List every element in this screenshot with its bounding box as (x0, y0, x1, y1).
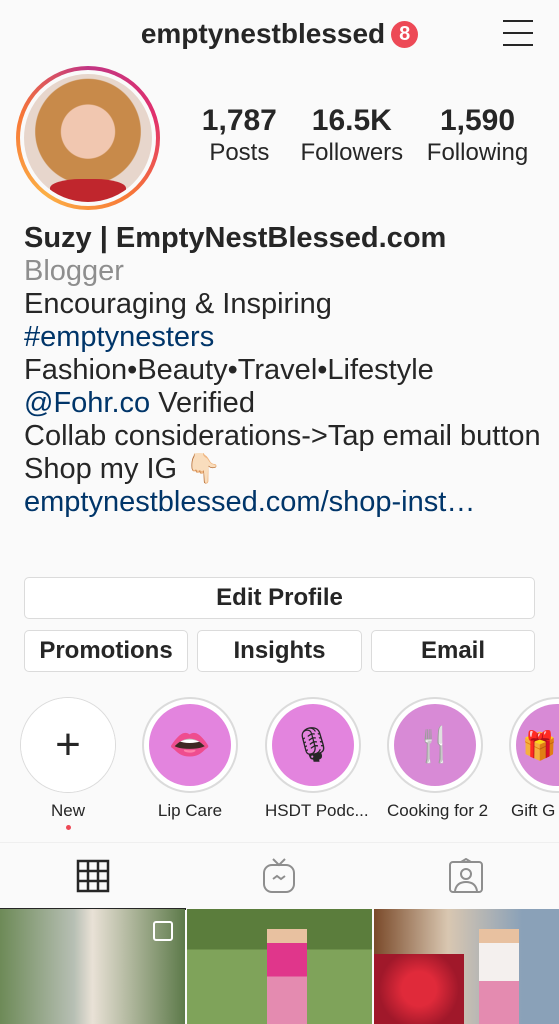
bio-line: Verified (150, 387, 255, 419)
bio-line: Collab considerations->Tap email button (24, 420, 541, 452)
utensils-icon: 🍴 (394, 704, 476, 786)
hashtag-link[interactable]: #emptynesters (24, 321, 544, 354)
photo-subject (267, 929, 307, 1024)
insights-button[interactable]: Insights (197, 630, 362, 672)
stat-following[interactable]: 1,590 Following (427, 104, 528, 168)
username[interactable]: emptynestblessed (141, 18, 385, 50)
avatar[interactable] (16, 66, 160, 210)
tagged-person-icon (448, 857, 483, 893)
post-thumbnail[interactable] (374, 909, 559, 1024)
bio-line: Fashion•Beauty•Travel•Lifestyle (24, 354, 434, 386)
bio-line: Encouraging & Inspiring (24, 288, 332, 320)
posts-count: 1,787 (201, 104, 277, 137)
tab-tagged[interactable] (373, 843, 559, 908)
followers-count: 16.5K (311, 104, 392, 137)
igtv-icon (263, 857, 296, 893)
posts-grid (0, 909, 559, 1024)
highlight-cooking[interactable]: 🍴 Cooking for 2 (387, 697, 489, 821)
grid-icon (76, 859, 110, 892)
website-link[interactable]: emptynestblessed.com/shop-inst… (24, 486, 544, 519)
profile-tabs (0, 842, 559, 910)
following-count: 1,590 (439, 104, 516, 137)
stat-posts[interactable]: 1,787 Posts (202, 104, 277, 168)
post-thumbnail[interactable] (0, 909, 185, 1024)
edit-profile-button[interactable]: Edit Profile (24, 577, 535, 619)
hamburger-menu-icon[interactable] (503, 20, 533, 46)
posts-label: Posts (209, 139, 270, 166)
highlight-label: Cooking for 2 (387, 801, 489, 820)
highlight-label: Lip Care (157, 801, 223, 820)
highlight-lip-care[interactable]: 👄 Lip Care (142, 697, 238, 821)
bio-line: Shop my IG 👇🏻 (24, 453, 222, 485)
highlight-label: Gift G (511, 801, 556, 820)
mention-link[interactable]: @Fohr.co (24, 387, 150, 419)
highlight-podcast[interactable]: 🎙 HSDT Podc... (265, 697, 369, 821)
photo-subject (479, 929, 519, 1024)
microphone-icon: 🎙 (272, 704, 354, 786)
header: emptynestblessed 8 (0, 14, 559, 54)
promotions-button[interactable]: Promotions (24, 630, 188, 672)
tab-igtv[interactable] (186, 843, 372, 908)
highlight-label: HSDT Podc... (265, 801, 369, 820)
highlight-new[interactable]: + New (20, 697, 116, 830)
following-label: Following (426, 139, 529, 166)
notification-badge[interactable]: 8 (391, 20, 419, 48)
highlight-gift[interactable]: 🎁 Gift G (509, 697, 559, 821)
display-name: Suzy | EmptyNestBlessed.com (24, 222, 447, 254)
profile-photo (24, 74, 152, 202)
photo-flowers (374, 954, 464, 1024)
profile-stats: 1,787 Posts 16.5K Followers 1,590 Following (190, 104, 540, 168)
stat-followers[interactable]: 16.5K Followers (300, 104, 403, 168)
lips-icon: 👄 (149, 704, 231, 786)
post-thumbnail[interactable] (187, 909, 372, 1024)
new-indicator-dot (65, 825, 71, 830)
highlight-label: New (50, 801, 85, 820)
gift-icon: 🎁 (516, 704, 559, 786)
bio: Suzy | EmptyNestBlessed.com Blogger Enco… (24, 222, 544, 519)
plus-icon: + (21, 698, 115, 792)
tab-grid[interactable] (0, 843, 187, 910)
followers-label: Followers (300, 139, 404, 166)
category: Blogger (24, 255, 124, 287)
carousel-icon (153, 921, 173, 941)
email-button[interactable]: Email (371, 630, 535, 672)
